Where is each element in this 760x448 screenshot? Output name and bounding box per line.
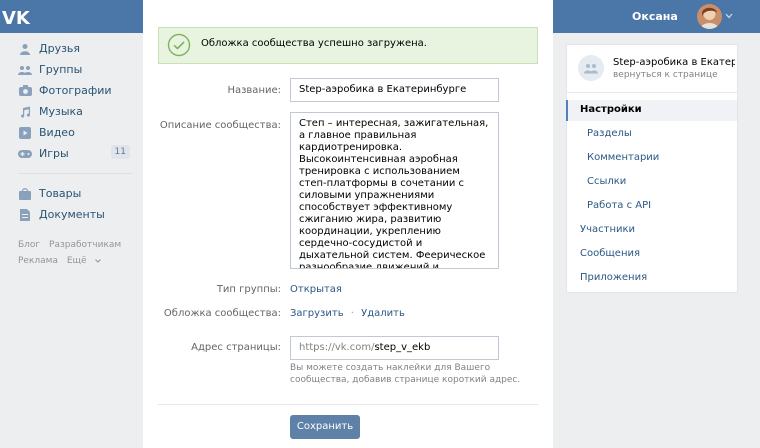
gamepad-icon [18,147,32,161]
nav-item-api[interactable]: Работа с API [587,200,651,211]
footer-link-more-label: Ещё [66,256,87,266]
bag-icon [18,187,32,201]
menu-item-goods[interactable]: Товары [18,183,133,204]
nav-item-comments[interactable]: Комментарии [587,152,659,163]
groups-icon [18,63,32,77]
menu-label: Друзья [39,42,81,55]
footer-link-developers[interactable]: Разработчикам [49,240,121,250]
svg-text:VK: VK [2,8,31,27]
nav-item-links[interactable]: Ссылки [587,176,626,187]
group-title: Step-аэробика в Екатерин [613,57,735,68]
cover-actions: Загрузить · Удалить [290,308,405,319]
upload-cover-link[interactable]: Загрузить [290,308,344,319]
chevron-down-icon [95,259,102,263]
cover-label: Обложка сообщества: [163,308,281,319]
menu-label: Игры [39,147,69,160]
menu-item-music[interactable]: Музыка [18,101,133,122]
check-circle-icon [167,33,191,57]
vk-logo-icon[interactable]: VK [0,7,44,27]
delete-cover-link[interactable]: Удалить [361,308,405,319]
name-field[interactable]: Step-аэробика в Екатеринбурге [290,78,499,102]
user-avatar[interactable] [697,4,722,29]
games-count-badge: 11 [110,145,130,159]
menu-item-video[interactable]: Видео [18,122,133,143]
address-prefix: https://vk.com/ [299,342,375,353]
form-divider [158,404,538,405]
video-icon [18,126,32,140]
nav-item-members[interactable]: Участники [580,224,635,235]
cover-separator: · [350,308,354,319]
nav-item-settings[interactable]: Настройки [580,104,642,115]
address-value: step_v_ekb [374,342,431,353]
footer-link-ads[interactable]: Реклама [18,256,58,266]
menu-label: Видео [39,126,75,139]
chevron-down-icon[interactable] [725,13,733,19]
menu-label: Документы [39,208,105,221]
menu-item-documents[interactable]: Документы [18,204,133,225]
menu-label: Музыка [39,105,83,118]
address-field[interactable]: https://vk.com/step_v_ekb [290,336,499,360]
group-avatar-icon [578,55,604,81]
menu-item-games[interactable]: Игры 11 [18,143,133,164]
settings-nav: Step-аэробика в Екатерин вернуться к стр… [566,44,738,293]
description-label: Описание сообщества: [159,120,281,131]
save-button[interactable]: Сохранить [290,415,360,439]
footer-links: Блог Разработчикам Реклама Ещё [18,237,133,269]
menu-item-photos[interactable]: Фотографии [18,80,133,101]
address-hint: Вы можете создать наклейки для Вашего со… [290,363,521,385]
menu-item-friends[interactable]: Друзья [18,38,133,59]
group-type-label: Тип группы: [216,284,281,295]
friends-icon [18,42,32,56]
success-notice: Обложка сообщества успешно загружена. [158,27,538,64]
nav-item-messages[interactable]: Сообщения [580,248,640,259]
menu-divider [18,173,133,174]
user-name[interactable]: Оксана [632,10,678,23]
active-item-bar [566,100,568,121]
group-header[interactable]: Step-аэробика в Екатерин вернуться к стр… [567,45,737,93]
footer-link-blog[interactable]: Блог [18,240,40,250]
menu-label: Товары [39,187,82,200]
nav-item-apps[interactable]: Приложения [580,272,647,283]
back-to-page-link[interactable]: вернуться к странице [613,70,718,80]
camera-icon [18,84,32,98]
description-textarea[interactable]: Степ – интересная, зажигательная, а глав… [290,112,499,269]
address-label: Адрес страницы: [191,342,281,353]
group-type-value[interactable]: Открытая [290,284,342,295]
music-icon [18,105,32,119]
menu-item-groups[interactable]: Группы [18,59,133,80]
nav-item-sections[interactable]: Разделы [587,128,632,139]
menu-label: Фотографии [39,84,112,97]
document-icon [18,208,32,222]
footer-link-more[interactable]: Ещё [67,256,102,266]
name-label: Название: [227,85,281,96]
menu-label: Группы [39,63,83,76]
notice-text: Обложка сообщества успешно загружена. [201,38,427,49]
left-menu: Друзья Группы Фотографии Музыка Видео Иг… [18,38,133,269]
